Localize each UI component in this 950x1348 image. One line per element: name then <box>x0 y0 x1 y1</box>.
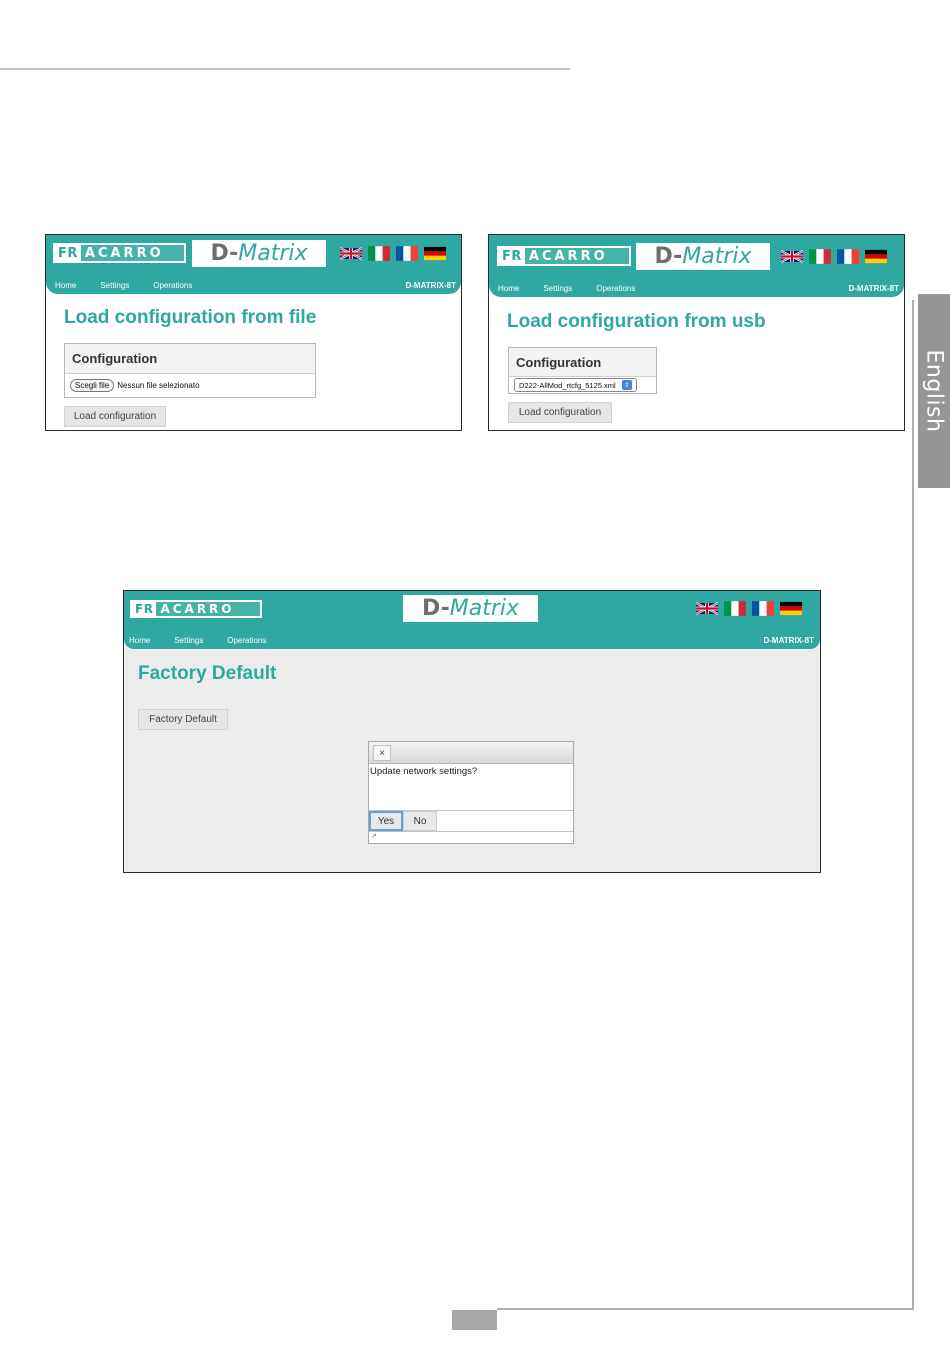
bottom-rule <box>497 1308 914 1310</box>
model-label: D-MATRIX-8T <box>848 284 899 293</box>
nav-operations[interactable]: Operations <box>227 636 266 645</box>
uk-flag-icon[interactable] <box>340 246 362 261</box>
nav-settings[interactable]: Settings <box>174 636 203 645</box>
fracarro-logo: FR ACARRO <box>497 246 631 266</box>
france-flag-icon[interactable] <box>752 601 774 616</box>
app-header: FR ACARRO D- Matrix Home Settings Operatio… <box>124 591 820 649</box>
language-tab-label: English <box>921 349 947 433</box>
app-header: FR ACARRO D- Matrix Home Settings Operatio… <box>489 235 904 297</box>
language-tab: English <box>918 294 950 488</box>
germany-flag-icon[interactable] <box>780 601 802 616</box>
uk-flag-icon[interactable] <box>696 601 718 616</box>
nav-operations[interactable]: Operations <box>596 284 635 293</box>
d-matrix-logo: D- Matrix <box>192 240 326 267</box>
model-label: D-MATRIX-8T <box>405 281 456 290</box>
page-title: Factory Default <box>138 663 277 684</box>
app-header: FR ACARRO D- Matrix Home Settings Operatio… <box>46 235 461 294</box>
confirm-dialog: × Update network settings? Yes No ⇗ <box>368 741 574 844</box>
no-button[interactable]: No <box>403 811 437 831</box>
italy-flag-icon[interactable] <box>368 246 390 261</box>
side-rule <box>912 300 914 1310</box>
load-configuration-button[interactable]: Load configuration <box>508 402 612 423</box>
file-status: Nessun file selezionato <box>117 381 200 390</box>
dialog-titlebar: × <box>369 742 573 764</box>
model-label: D-MATRIX-8T <box>763 636 814 645</box>
nav-home[interactable]: Home <box>498 284 519 293</box>
fracarro-logo: FR ACARRO <box>130 600 262 618</box>
fracarro-logo: FR ACARRO <box>53 243 186 263</box>
main-nav: Home Settings Operations <box>55 281 216 290</box>
yes-button[interactable]: Yes <box>369 811 403 831</box>
configuration-panel: Configuration Scegli file Nessun file se… <box>64 343 316 398</box>
d-matrix-logo: D- Matrix <box>636 243 770 270</box>
nav-settings[interactable]: Settings <box>100 281 129 290</box>
language-flags <box>340 246 446 261</box>
d-matrix-logo: D- Matrix <box>403 595 538 622</box>
dialog-buttons: Yes No <box>369 810 573 832</box>
page-title: Load configuration from usb <box>507 311 766 332</box>
page-title: Load configuration from file <box>64 307 317 328</box>
main-nav: Home Settings Operations <box>498 284 659 293</box>
germany-flag-icon[interactable] <box>865 249 887 264</box>
resize-handle-icon[interactable]: ⇗ <box>369 832 573 840</box>
nav-home[interactable]: Home <box>129 636 150 645</box>
nav-settings[interactable]: Settings <box>543 284 572 293</box>
france-flag-icon[interactable] <box>837 249 859 264</box>
nav-operations[interactable]: Operations <box>153 281 192 290</box>
configuration-panel: Configuration D222-AllMod_rtcfg_5125.xml… <box>508 347 657 394</box>
uk-flag-icon[interactable] <box>781 249 803 264</box>
choose-file-button[interactable]: Scegli file <box>70 379 115 392</box>
load-configuration-button[interactable]: Load configuration <box>64 406 166 427</box>
page-number-box <box>452 1310 497 1330</box>
select-arrows-icon: ⇕ <box>621 380 632 390</box>
france-flag-icon[interactable] <box>396 246 418 261</box>
top-rule <box>0 68 570 70</box>
germany-flag-icon[interactable] <box>424 246 446 261</box>
language-flags <box>781 249 887 264</box>
screenshot-load-from-file: FR ACARRO D- Matrix Home Settings Operatio… <box>45 234 462 431</box>
italy-flag-icon[interactable] <box>724 601 746 616</box>
screenshot-load-from-usb: FR ACARRO D- Matrix Home Settings Operatio… <box>488 234 905 431</box>
close-icon[interactable]: × <box>373 745 391 761</box>
main-nav: Home Settings Operations <box>129 636 290 645</box>
language-flags <box>696 601 802 616</box>
configuration-panel-title: Configuration <box>65 344 315 374</box>
dialog-message: Update network settings? <box>370 766 478 777</box>
screenshot-factory-default: FR ACARRO D- Matrix Home Settings Operatio… <box>123 590 821 873</box>
italy-flag-icon[interactable] <box>809 249 831 264</box>
usb-file-select[interactable]: D222-AllMod_rtcfg_5125.xml ⇕ <box>514 378 637 392</box>
configuration-panel-title: Configuration <box>509 348 656 377</box>
nav-home[interactable]: Home <box>55 281 76 290</box>
factory-default-button[interactable]: Factory Default <box>138 709 228 730</box>
